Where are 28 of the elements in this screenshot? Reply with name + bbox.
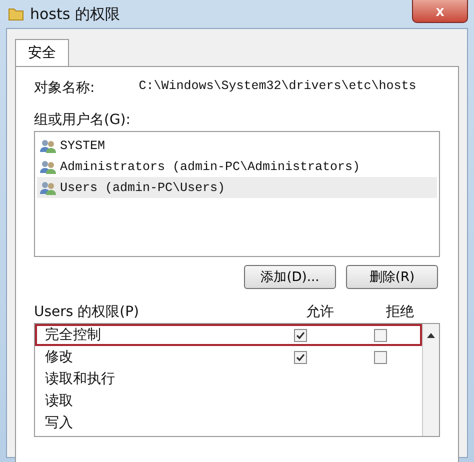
user-list-item[interactable]: Users (admin-PC\Users) [37, 177, 437, 198]
field-label: 对象名称: [34, 79, 95, 97]
column-header: 允许 [305, 303, 335, 321]
user-list-item[interactable]: Administrators (admin-PC\Administrators) [37, 156, 437, 177]
window-title: hosts 的权限 [30, 4, 120, 24]
deny-checkbox[interactable] [374, 350, 386, 364]
permission-name: 写入 [45, 414, 74, 432]
users-icon [39, 138, 57, 154]
deny-checkbox[interactable] [374, 328, 386, 342]
permission-name: 修改 [45, 348, 74, 366]
list-label: 组或用户名(G): [34, 111, 132, 129]
permission-name: 完全控制 [45, 326, 102, 344]
dialog-button[interactable]: 删除(R) [346, 265, 438, 289]
column-header: 拒绝 [385, 303, 415, 321]
users-icon [39, 180, 57, 196]
permission-name: 读取 [45, 392, 74, 410]
scroll-up-icon[interactable] [427, 332, 435, 338]
permission-name: 读取和执行 [45, 370, 116, 388]
tab[interactable]: 安全 [15, 39, 69, 66]
allow-checkbox[interactable] [294, 350, 306, 364]
object-path: C:\Windows\System32\drivers\etc\hosts [138, 79, 416, 95]
folder-icon [8, 6, 24, 22]
user-list-item[interactable]: SYSTEM [37, 135, 437, 156]
allow-checkbox[interactable] [294, 328, 306, 342]
dialog-button[interactable]: 添加(D)... [244, 265, 336, 289]
permissions-label: Users 的权限(P) [34, 303, 140, 321]
users-icon [39, 158, 57, 174]
scrollbar[interactable] [422, 324, 439, 436]
